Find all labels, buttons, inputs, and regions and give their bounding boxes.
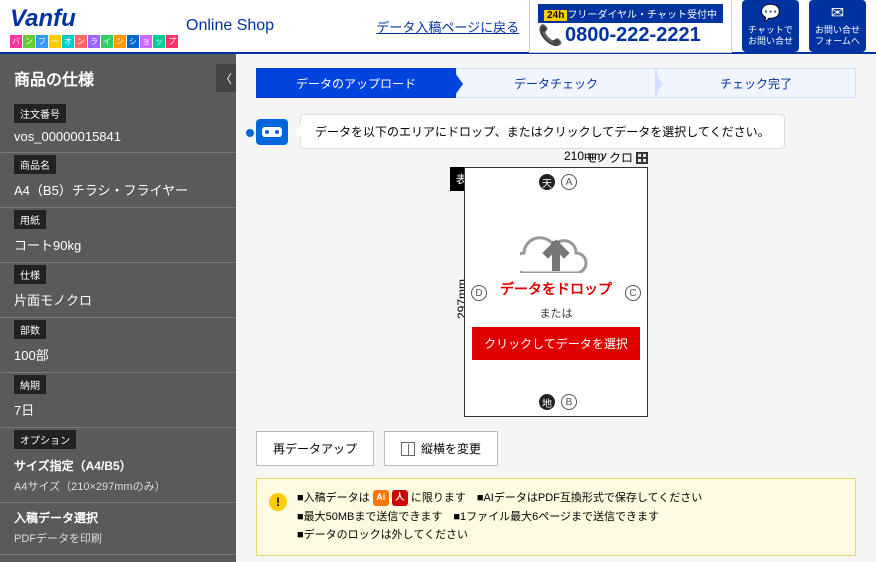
option-title: 表裏関係 <box>0 555 236 562</box>
spec-label: 納期 <box>14 375 46 394</box>
reupload-button[interactable]: 再データアップ <box>256 431 374 466</box>
header: Vanfu バンフーオンラインショップ Online Shop データ入稿ページ… <box>0 0 876 54</box>
ai-badge: Ai <box>373 490 389 506</box>
step-upload[interactable]: データのアップロード <box>256 68 456 98</box>
marker-a: A <box>561 174 577 190</box>
logo-main: Vanfu <box>10 5 76 32</box>
marker-b: B <box>561 394 577 410</box>
sidebar: 商品の仕様 〈 注文番号 vos_00000015841 商品名 A4（B5）チラシ・… <box>0 54 236 562</box>
upload-icon <box>520 225 592 273</box>
option-sub: A4サイズ（210×297mmのみ） <box>0 476 236 503</box>
mail-icon: ✉ <box>815 4 860 25</box>
robot-icon <box>256 119 288 145</box>
spec-value: 100部 <box>0 341 236 373</box>
option-title: サイズ指定（A4/B5） <box>0 451 236 476</box>
phone-icon: 📞 <box>538 23 563 48</box>
option-title: 入稿データ選択 <box>0 503 236 528</box>
spec-label: 注文番号 <box>14 104 66 123</box>
marker-top: 天 <box>539 174 555 190</box>
phone-badge: 24hフリーダイヤル・チャット受付中 <box>538 4 723 23</box>
spec-value: 片面モノクロ <box>0 286 236 318</box>
instruction-message: データを以下のエリアにドロップ、またはクリックしてデータを選択してください。 <box>300 114 785 149</box>
steps: データのアップロード データチェック チェック完了 <box>256 68 856 98</box>
warning-icon: ! <box>269 493 287 511</box>
spec-value: コート90kg <box>0 231 236 263</box>
notice-box: ! ■入稿データは Ai 人 に限ります ■AIデータはPDF互換形式で保存して… <box>256 478 856 556</box>
step-done[interactable]: チェック完了 <box>656 68 856 98</box>
notice-line-2: ■最大50MBまで送信できます ■1ファイル最大6ページまで送信できます <box>297 508 702 527</box>
chat-button[interactable]: 💬チャットでお問い合せ <box>742 0 799 52</box>
back-link[interactable]: データ入稿ページに戻る <box>376 17 519 36</box>
contact-form-button[interactable]: ✉お問い合せフォームへ <box>809 0 866 52</box>
logo[interactable]: Vanfu バンフーオンラインショップ Online Shop <box>10 5 274 48</box>
logo-sub: Online Shop <box>186 17 274 35</box>
mono-label: モノクロ <box>585 149 648 166</box>
grid-icon <box>636 152 648 164</box>
option-label: オプション <box>14 430 76 449</box>
rotate-icon <box>401 442 415 456</box>
spec-label: 仕様 <box>14 265 46 284</box>
pdf-badge: 人 <box>392 490 408 506</box>
content: データのアップロード データチェック チェック完了 データを以下のエリアにドロッ… <box>236 54 876 562</box>
drop-zone[interactable]: 天 A D C 地 B データをドロップ または クリックしてデータを選択 <box>464 167 648 417</box>
spec-value: 7日 <box>0 396 236 428</box>
rotate-button[interactable]: 縦横を変更 <box>384 431 498 466</box>
marker-c: C <box>625 285 641 301</box>
phone-number: 📞0800-222-2221 <box>538 23 723 48</box>
marker-d: D <box>471 285 487 301</box>
option-sub: PDFデータを印刷 <box>0 528 236 555</box>
chat-icon: 💬 <box>748 4 793 25</box>
drop-text: データをドロップ <box>500 279 612 299</box>
spec-value: A4（B5）チラシ・フライヤー <box>0 176 236 208</box>
phone-box: 24hフリーダイヤル・チャット受付中 📞0800-222-2221 <box>529 0 732 53</box>
marker-bottom: 地 <box>539 394 555 410</box>
notice-line-3: ■データのロックは外してください <box>297 526 702 545</box>
or-text: または <box>540 305 573 321</box>
step-check[interactable]: データチェック <box>456 68 656 98</box>
spec-label: 用紙 <box>14 210 46 229</box>
spec-label: 部数 <box>14 320 46 339</box>
notice-line-1: ■入稿データは Ai 人 に限ります ■AIデータはPDF互換形式で保存してくだ… <box>297 489 702 508</box>
spec-label: 商品名 <box>14 155 56 174</box>
sidebar-title: 商品の仕様 <box>0 54 236 102</box>
spec-value: vos_00000015841 <box>0 125 236 153</box>
canvas-area: 表 210mm モノクロ 297mm 天 A D C 地 B データをドロップ … <box>464 167 648 417</box>
collapse-button[interactable]: 〈 <box>216 64 236 92</box>
logo-tagline: バンフーオンラインショップ <box>10 35 178 48</box>
select-file-button[interactable]: クリックしてデータを選択 <box>472 327 640 360</box>
